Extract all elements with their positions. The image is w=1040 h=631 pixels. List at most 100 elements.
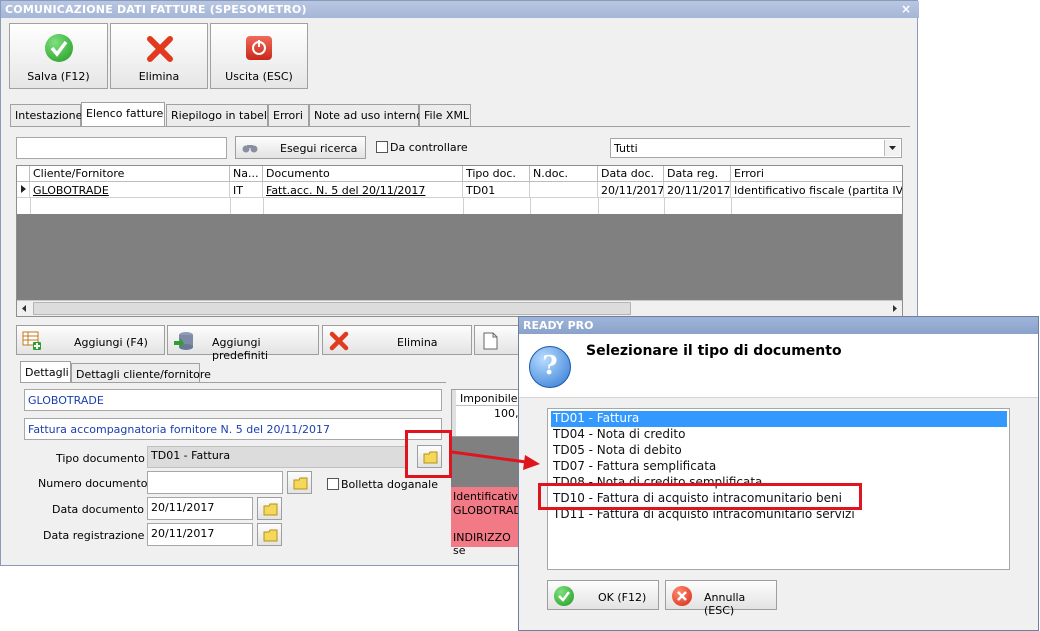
cell-data-doc: 20/11/2017 [598, 182, 664, 198]
error-line-3: INDIRIZZO se [453, 531, 511, 557]
imponibile-header[interactable]: Imponibile [460, 392, 518, 405]
delete-line-button[interactable]: Elimina [322, 325, 472, 355]
table-row[interactable]: GLOBOTRADE IT Fatt.acc. N. 5 del 20/11/2… [17, 182, 902, 198]
database-icon [174, 332, 193, 350]
column-header-data-reg[interactable]: Data reg. [664, 166, 731, 182]
column-header-cliente[interactable]: Cliente/Fornitore [30, 166, 230, 182]
list-item-td05[interactable]: TD05 - Nota di debito [551, 443, 1007, 459]
add-line-button[interactable]: Aggiungi (F4) [16, 325, 165, 355]
binoculars-icon [242, 145, 258, 153]
cell-nazione: IT [230, 182, 263, 198]
power-icon [246, 36, 272, 60]
tipo-documento-field[interactable]: TD01 - Fattura [147, 446, 407, 468]
search-button-label: Esegui ricerca [280, 142, 358, 155]
tab-elenco-fatture[interactable]: Elenco fatture [81, 102, 165, 126]
document-icon [483, 332, 498, 350]
add-line-label: Aggiungi (F4) [74, 336, 148, 349]
dialog-title: READY PRO [523, 319, 594, 332]
cell-documento[interactable]: Fatt.acc. N. 5 del 20/11/2017 [263, 182, 463, 198]
table-add-icon [22, 331, 41, 350]
data-registrazione-field[interactable]: 20/11/2017 [147, 523, 253, 546]
horizontal-scrollbar[interactable] [17, 300, 902, 316]
exit-button[interactable]: Uscita (ESC) [210, 23, 308, 89]
data-documento-field[interactable]: 20/11/2017 [147, 497, 253, 520]
filter-select[interactable]: Tutti [610, 138, 902, 158]
numero-documento-picker-button[interactable] [287, 471, 312, 494]
grid-body: Cliente/Fornitore Na... Documento Tipo d… [17, 166, 902, 214]
invoices-grid: Cliente/Fornitore Na... Documento Tipo d… [16, 165, 903, 317]
ok-button[interactable]: OK (F12) [547, 580, 659, 610]
cell-data-reg: 20/11/2017 [664, 182, 731, 198]
cell-cliente[interactable]: GLOBOTRADE [30, 182, 230, 198]
list-item-td07[interactable]: TD07 - Fattura semplificata [551, 459, 1007, 475]
delete-label: Elimina [138, 70, 180, 83]
add-predefined-button[interactable]: Aggiungi predefiniti [167, 325, 319, 362]
chevron-down-icon[interactable] [884, 140, 900, 156]
dialog-titlebar[interactable]: READY PRO [519, 317, 1038, 334]
cell-tipo: TD01 [463, 182, 530, 198]
checkmark-icon [45, 34, 73, 62]
window-title: COMUNICAZIONE DATI FATTURE (SPESOMETRO) [5, 3, 307, 16]
main-titlebar[interactable]: COMUNICAZIONE DATI FATTURE (SPESOMETRO) … [1, 1, 919, 18]
ok-label: OK (F12) [598, 591, 647, 604]
bolletta-checkbox[interactable] [327, 478, 339, 490]
delete-line-label: Elimina [397, 336, 438, 349]
error-panel: Identificativo GLOBOTRADE INDIRIZZO se [451, 487, 529, 557]
folder-icon [263, 503, 278, 516]
bolletta-label: Bolletta doganale [341, 478, 438, 491]
scroll-left-icon[interactable] [17, 301, 32, 316]
tab-dettagli[interactable]: Dettagli [20, 361, 71, 383]
column-header-data-doc[interactable]: Data doc. [598, 166, 664, 182]
search-input[interactable] [16, 137, 227, 159]
tab-note[interactable]: Note ad uso interno [309, 104, 423, 126]
table-row-empty[interactable] [17, 198, 902, 214]
tab-divider [10, 126, 910, 127]
data-registrazione-label: Data registrazione : [43, 529, 152, 542]
numero-documento-field[interactable] [147, 471, 283, 494]
question-icon: ? [529, 346, 571, 388]
dialog-prompt: Selezionare il tipo di documento [586, 343, 842, 359]
document-description-field[interactable]: Fattura accompagnatoria fornitore N. 5 d… [24, 418, 442, 440]
column-header-ndoc[interactable]: N.doc. [530, 166, 598, 182]
add-predefined-label: Aggiungi predefiniti [212, 336, 269, 362]
to-check-checkbox[interactable] [376, 141, 388, 153]
tab-intestazione[interactable]: Intestazione [10, 104, 82, 126]
data-documento-label: Data documento : [52, 503, 152, 516]
cancel-label: Annulla (ESC) [704, 591, 746, 617]
close-button[interactable]: × [898, 2, 914, 16]
exit-label: Uscita (ESC) [225, 70, 293, 83]
column-header-tipo[interactable]: Tipo doc. [463, 166, 530, 182]
folder-icon [263, 529, 278, 542]
tab-riepilogo[interactable]: Riepilogo in tabella [166, 104, 277, 126]
data-registrazione-picker-button[interactable] [257, 523, 282, 546]
cancel-button[interactable]: Annulla (ESC) [665, 580, 777, 617]
highlight-box-td10 [538, 483, 862, 510]
save-button[interactable]: Salva (F12) [9, 23, 108, 89]
imponibile-grid: Imponibile 100,0 [451, 389, 526, 437]
scroll-right-icon[interactable] [887, 301, 902, 316]
tab-file-xml[interactable]: File XML [419, 104, 471, 126]
column-header-errori[interactable]: Errori [731, 166, 902, 182]
column-header-nazione[interactable]: Na... [230, 166, 263, 182]
list-item-td01[interactable]: TD01 - Fattura [551, 411, 1007, 427]
search-button[interactable]: Esegui ricerca [235, 136, 366, 159]
red-x-icon [329, 331, 349, 351]
highlight-box-picker [405, 430, 452, 478]
folder-icon [293, 477, 308, 490]
red-x-icon [147, 36, 173, 62]
tipo-documento-label: Tipo documento : [56, 452, 153, 465]
scroll-thumb[interactable] [33, 302, 631, 315]
tab-dettagli-cliente[interactable]: Dettagli cliente/fornitore [71, 363, 211, 383]
to-check-label: Da controllare [390, 141, 468, 154]
checkmark-icon [554, 586, 574, 606]
column-header-documento[interactable]: Documento [263, 166, 463, 182]
save-label: Salva (F12) [27, 70, 90, 83]
tab-errori[interactable]: Errori [268, 104, 309, 126]
delete-button[interactable]: Elimina [110, 23, 208, 89]
data-documento-picker-button[interactable] [257, 497, 282, 520]
list-item-td04[interactable]: TD04 - Nota di credito [551, 427, 1007, 443]
edit-line-button[interactable] [474, 325, 519, 355]
cliente-field[interactable]: GLOBOTRADE [24, 389, 442, 411]
numero-documento-label: Numero documento : [38, 477, 155, 490]
imponibile-grid-empty [451, 437, 521, 487]
